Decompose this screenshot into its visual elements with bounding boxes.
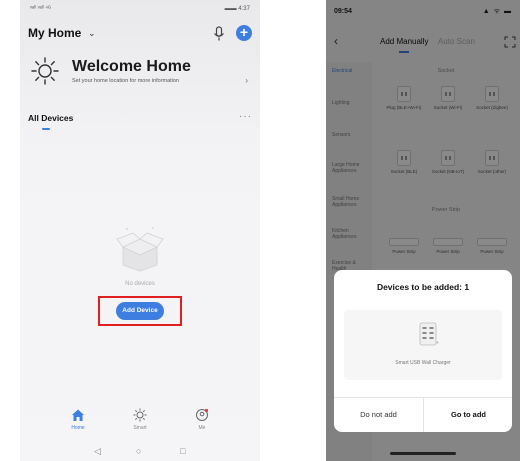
bottom-tab-bar: Home Smart Me bbox=[20, 408, 260, 444]
go-to-add-button[interactable]: Go to add bbox=[424, 398, 512, 432]
tab-label: Smart bbox=[133, 425, 147, 431]
home-icon bbox=[72, 409, 84, 421]
signal-indicator: ᵛᵃˡˡ ᵛᵃˡˡ ⁴ᴳ bbox=[30, 6, 51, 12]
tab-label: Me bbox=[198, 425, 206, 431]
back-nav-icon[interactable]: ◁ bbox=[94, 446, 101, 457]
add-device-button[interactable]: Add Device bbox=[116, 302, 164, 320]
home-title[interactable]: My Home bbox=[28, 26, 81, 40]
welcome-title: Welcome Home bbox=[72, 58, 191, 75]
welcome-subtitle: Set your home location for more informat… bbox=[72, 78, 179, 84]
dialog-title: Devices to be added: 1 bbox=[376, 282, 470, 292]
home-indicator bbox=[390, 452, 456, 455]
tab-me[interactable]: Me bbox=[182, 408, 222, 431]
tab-all-devices[interactable]: All Devices bbox=[28, 113, 73, 123]
discovered-device-card: Smart USB Wall Charger bbox=[344, 310, 502, 380]
sun-icon bbox=[31, 57, 59, 85]
empty-box-icon bbox=[116, 227, 164, 272]
sun-icon bbox=[133, 408, 147, 422]
system-nav-bar: ◁ ○ □ bbox=[20, 446, 260, 460]
more-icon[interactable]: ··· bbox=[239, 111, 252, 122]
welcome-card[interactable]: Welcome Home Set your home location for … bbox=[20, 50, 260, 102]
home-screen: ᵛᵃˡˡ ᵛᵃˡˡ ⁴ᴳ ▬▬ 4:37 My Home ⌄ + Welcome… bbox=[20, 0, 260, 461]
status-bar: ᵛᵃˡˡ ᵛᵃˡˡ ⁴ᴳ ▬▬ 4:37 bbox=[20, 4, 260, 16]
tab-smart[interactable]: Smart bbox=[120, 408, 160, 431]
tab-underline bbox=[42, 128, 50, 130]
device-name: Smart USB Wall Charger bbox=[395, 360, 451, 366]
chevron-right-icon[interactable]: › bbox=[245, 76, 248, 85]
microphone-icon[interactable] bbox=[212, 26, 226, 42]
devices-header: All Devices ··· bbox=[28, 111, 252, 130]
user-icon bbox=[196, 408, 209, 421]
add-plus-icon[interactable]: + bbox=[236, 25, 252, 41]
do-not-add-button[interactable]: Do not add bbox=[334, 398, 423, 432]
chevron-down-icon[interactable]: ⌄ bbox=[88, 28, 96, 39]
home-nav-icon[interactable]: ○ bbox=[136, 446, 141, 456]
battery-time: ▬▬ 4:37 bbox=[224, 6, 250, 12]
tab-home[interactable]: Home bbox=[58, 408, 98, 431]
devices-to-add-dialog: Devices to be added: 1 Smart USB Wall Ch… bbox=[334, 270, 512, 432]
usb-charger-icon bbox=[419, 322, 439, 346]
empty-state-text: No devices bbox=[125, 281, 155, 287]
home-header: My Home ⌄ + bbox=[28, 24, 252, 44]
add-manually-screen: 09:54 ▲ ᯤ ▬ ‹ Add Manually Auto Scan Ele… bbox=[326, 0, 520, 461]
tab-label: Home bbox=[71, 425, 85, 431]
recents-nav-icon[interactable]: □ bbox=[180, 446, 185, 456]
